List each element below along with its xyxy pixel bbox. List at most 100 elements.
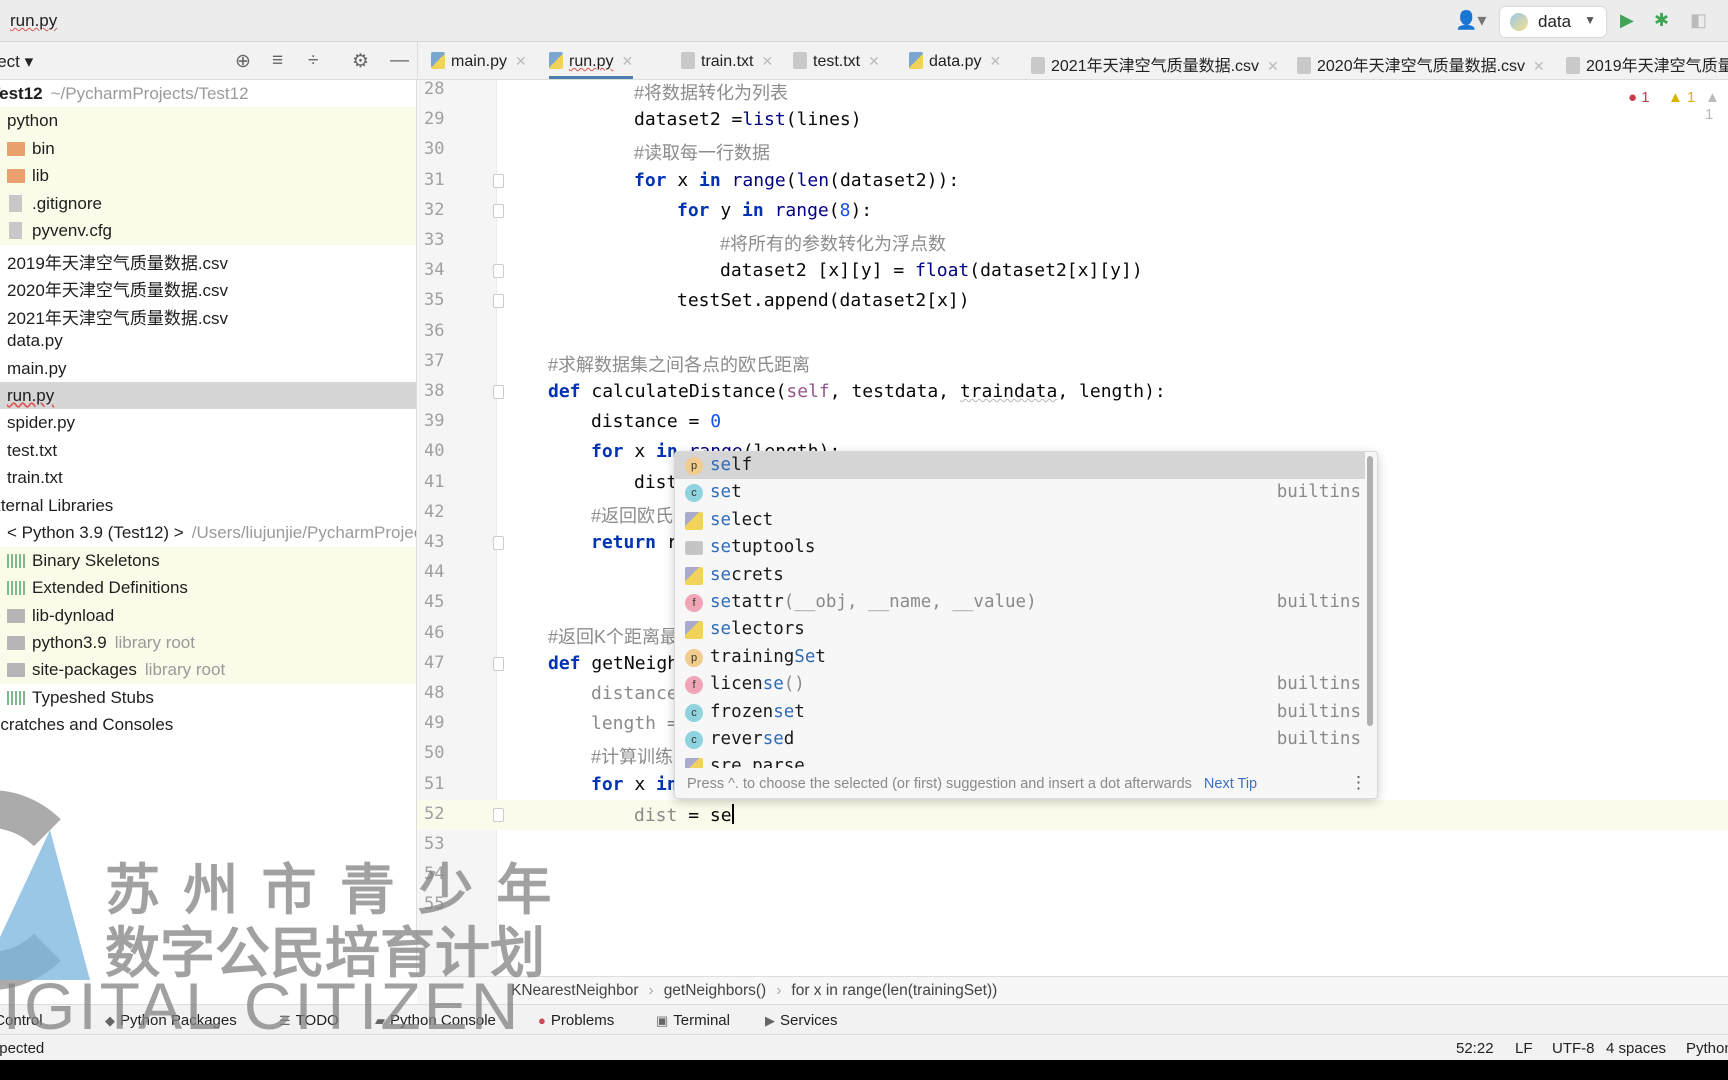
expand-all-icon[interactable]: ≡	[272, 50, 283, 72]
tree-item[interactable]: train.txt	[0, 464, 416, 492]
indent-setting[interactable]: 4 spaces	[1606, 1040, 1666, 1057]
fold-marker-icon[interactable]	[493, 807, 504, 822]
completion-item[interactable]: f license() builtins	[675, 671, 1365, 698]
tool-window-version-control[interactable]: Version Control	[0, 1012, 43, 1029]
tree-item[interactable]: run.py	[0, 381, 416, 410]
interpreter[interactable]: Python 3.9	[1686, 1040, 1728, 1060]
tree-item[interactable]: Extended Definitions	[0, 574, 416, 602]
tool-window-icon: ●	[538, 1013, 546, 1028]
breadcrumb-class[interactable]: KNearestNeighbor	[511, 982, 639, 999]
tree-item[interactable]: lib	[0, 162, 416, 190]
tab-data.py[interactable]: data.py ✕	[909, 42, 1001, 79]
tool-window-terminal[interactable]: ▣ Terminal	[656, 1012, 730, 1029]
tree-item[interactable]: site-packages library root	[0, 656, 416, 684]
completion-item[interactable]: setuptools	[675, 534, 1365, 561]
tree-item[interactable]: data.py	[0, 327, 416, 355]
tree-item[interactable]: python	[0, 107, 416, 135]
completion-item[interactable]: f setattr(__obj, __name, __value) builtins	[675, 589, 1365, 616]
tool-window-todo[interactable]: ☰ TODO	[279, 1012, 339, 1029]
breadcrumb-loop[interactable]: for x in range(len(trainingSet))	[791, 982, 997, 999]
tree-item[interactable]: 2021年天津空气质量数据.csv	[0, 300, 416, 328]
tab-test.txt[interactable]: test.txt ✕	[793, 42, 880, 79]
tool-window-python-console[interactable]: ▰ Python Console	[375, 1012, 496, 1029]
completion-item[interactable]: c set builtins	[675, 479, 1365, 506]
code-token: (lines)	[785, 109, 862, 131]
file-encoding[interactable]: UTF-8	[1552, 1040, 1595, 1057]
more-options-icon[interactable]: ⋮	[1350, 773, 1367, 793]
gear-icon[interactable]: ⚙	[352, 50, 369, 73]
fold-marker-icon[interactable]	[493, 294, 504, 309]
error-count[interactable]: ● 1	[1628, 89, 1650, 106]
tab-main.py[interactable]: main.py ✕	[431, 42, 527, 79]
completion-item[interactable]: p trainingSet	[675, 644, 1365, 671]
tree-item[interactable]: 2019年天津空气质量数据.csv	[0, 245, 416, 273]
next-tip-link[interactable]: Next Tip	[1204, 776, 1257, 792]
fold-marker-icon[interactable]	[493, 173, 504, 188]
tree-item[interactable]: pyvenv.cfg	[0, 217, 416, 245]
caret-position[interactable]: 52:22	[1456, 1040, 1494, 1057]
close-icon[interactable]: ✕	[761, 53, 773, 69]
tree-item[interactable]: Typeshed Stubs	[0, 684, 416, 712]
tree-item[interactable]: Test12 ~/PycharmProjects/Test12	[0, 80, 416, 108]
code-line: 37 #求解数据集之间各点的欧氏距离	[417, 347, 1728, 377]
tree-item[interactable]: python3.9 library root	[0, 629, 416, 657]
run-icon[interactable]: ▶	[1620, 10, 1634, 31]
completion-item[interactable]: selectors	[675, 616, 1365, 643]
user-icon[interactable]: 👤▾	[1455, 10, 1486, 31]
weak-warning-count[interactable]: ▲ 1	[1705, 89, 1728, 123]
fold-marker-icon[interactable]	[493, 656, 504, 671]
tree-item[interactable]: Scratches and Consoles	[0, 711, 416, 739]
line-separator[interactable]: LF	[1515, 1040, 1533, 1057]
python-icon	[1510, 13, 1528, 31]
tree-item[interactable]: bin	[0, 134, 416, 163]
tree-item[interactable]: External Libraries	[0, 492, 416, 520]
tree-item[interactable]: .gitignore	[0, 189, 416, 218]
close-icon[interactable]: ✕	[621, 53, 633, 69]
tool-window-services[interactable]: ▶ Services	[765, 1012, 838, 1029]
completion-item[interactable]: c reversed builtins	[675, 726, 1365, 753]
project-view-selector[interactable]: Project ▾	[0, 52, 33, 72]
completion-m: se	[762, 674, 784, 695]
warning-count[interactable]: ▲ 1	[1668, 89, 1695, 106]
fold-marker-icon[interactable]	[493, 536, 504, 550]
debug-icon[interactable]: ✱	[1654, 10, 1669, 31]
close-icon[interactable]: ✕	[1267, 58, 1279, 74]
completion-item[interactable]: secrets	[675, 562, 1365, 589]
completion-scrollbar[interactable]	[1367, 456, 1373, 726]
tab-2019年天津空气质量数据.csv[interactable]: 2019年天津空气质量数据.csv✕	[1566, 42, 1728, 79]
run-config-dropdown[interactable]: data ▼	[1500, 7, 1606, 37]
tree-item[interactable]: test.txt	[0, 437, 416, 465]
tree-item[interactable]: < Python 3.9 (Test12) > /Users/liujunjie/…	[0, 519, 416, 547]
fold-marker-icon[interactable]	[493, 203, 504, 218]
tab-2021年天津空气质量数据.csv[interactable]: 2021年天津空气质量数据.csv ✕	[1031, 42, 1279, 79]
breadcrumb-method[interactable]: getNeighbors()	[664, 982, 767, 999]
tree-item[interactable]: 2020年天津空气质量数据.csv	[0, 272, 416, 300]
code-line: 55	[417, 890, 1728, 920]
completion-item[interactable]: sre_parse	[675, 753, 1365, 768]
close-icon[interactable]: ✕	[515, 53, 527, 69]
completion-item[interactable]: select	[675, 507, 1365, 534]
tool-window-problems[interactable]: ● Problems	[538, 1012, 614, 1029]
code-token: , testdata,	[829, 381, 960, 402]
tab-2020年天津空气质量数据.csv[interactable]: 2020年天津空气质量数据.csv ✕	[1297, 42, 1545, 79]
tree-item-label: spider.py	[7, 413, 75, 433]
tab-run.py[interactable]: run.py ✕	[549, 42, 634, 79]
close-icon[interactable]: ✕	[989, 53, 1001, 69]
tree-item-name: < Python 3.9 (Test12) >	[7, 523, 184, 543]
coverage-icon[interactable]: ◧	[1690, 10, 1707, 31]
tree-item[interactable]: Binary Skeletons	[0, 546, 416, 575]
completion-item[interactable]: c frozenset builtins	[675, 699, 1365, 726]
close-icon[interactable]: ✕	[1533, 58, 1545, 74]
fold-marker-icon[interactable]	[493, 385, 504, 399]
tree-item[interactable]: spider.py	[0, 409, 416, 437]
tree-item[interactable]: lib-dynload	[0, 601, 416, 630]
tree-item[interactable]: main.py	[0, 355, 416, 383]
completion-item[interactable]: p self	[675, 452, 1365, 480]
hide-icon[interactable]: —	[390, 50, 409, 72]
close-icon[interactable]: ✕	[868, 53, 880, 69]
tool-window-python-packages[interactable]: ◆ Python Packages	[105, 1012, 237, 1029]
collapse-all-icon[interactable]: ÷	[308, 50, 318, 72]
tab-train.txt[interactable]: train.txt ✕	[681, 42, 773, 79]
locate-icon[interactable]: ⊕	[235, 50, 251, 73]
fold-marker-icon[interactable]	[493, 264, 504, 279]
